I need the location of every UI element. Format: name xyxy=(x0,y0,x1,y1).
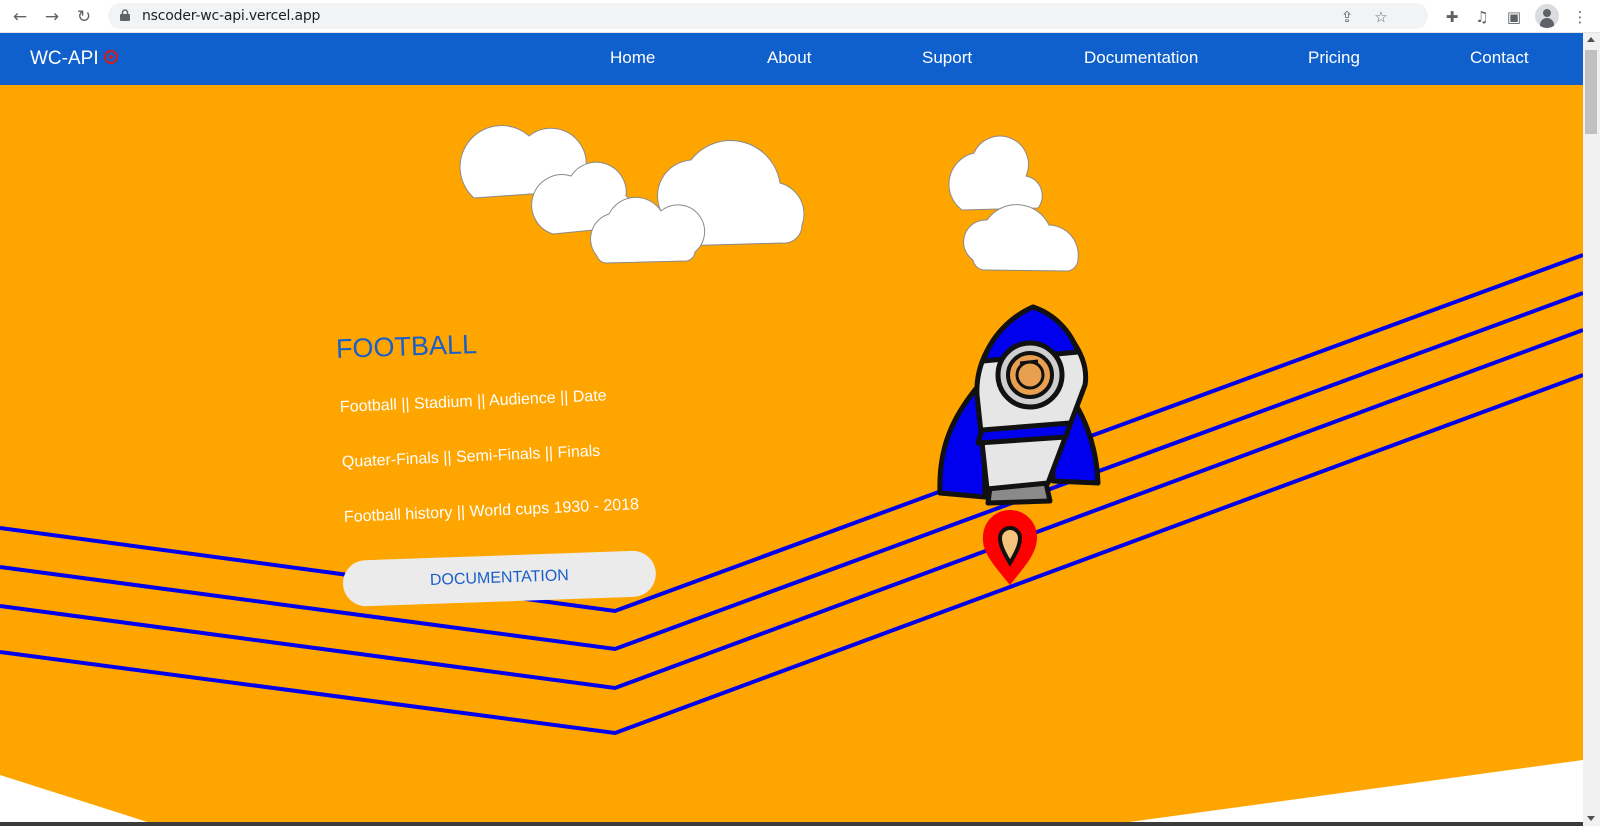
hero-title: FOOTBALL xyxy=(335,329,478,364)
nav-documentation[interactable]: Documentation xyxy=(1084,47,1198,69)
brand-logo[interactable]: WC-API xyxy=(30,47,99,71)
extensions-icon[interactable]: ✚ xyxy=(1440,5,1464,29)
page-viewport: WC-API Home About Suport Documentation P… xyxy=(0,33,1583,826)
hero-section: FOOTBALL Football || Stadium || Audience… xyxy=(0,85,1583,826)
profile-icon[interactable] xyxy=(1535,4,1559,28)
forward-icon[interactable]: → xyxy=(40,5,64,29)
url-text[interactable]: nscoder-wc-api.vercel.app xyxy=(142,3,320,29)
nav-home[interactable]: Home xyxy=(610,47,655,69)
share-icon[interactable]: ⇪ xyxy=(1338,8,1356,26)
scrollbar[interactable] xyxy=(1583,33,1600,826)
nav-pricing[interactable]: Pricing xyxy=(1308,47,1360,69)
site-navbar: WC-API Home About Suport Documentation P… xyxy=(0,33,1583,85)
scroll-down-arrow-icon[interactable] xyxy=(1587,816,1595,821)
side-panel-icon[interactable]: ▣ xyxy=(1502,5,1526,29)
scroll-up-arrow-icon[interactable] xyxy=(1587,37,1595,42)
nav-suport[interactable]: Suport xyxy=(922,47,972,69)
menu-icon[interactable]: ⋮ xyxy=(1568,5,1592,29)
hero-illustration xyxy=(0,85,1583,826)
address-bar[interactable]: nscoder-wc-api.vercel.app ⇪ ☆ xyxy=(108,3,1428,29)
lock-icon xyxy=(120,9,130,21)
star-icon[interactable]: ☆ xyxy=(1372,8,1390,26)
back-icon[interactable]: ← xyxy=(8,5,32,29)
bottom-strip xyxy=(0,822,1583,826)
nav-about[interactable]: About xyxy=(767,47,811,69)
scrollbar-thumb[interactable] xyxy=(1585,50,1597,134)
nav-contact[interactable]: Contact xyxy=(1470,47,1529,69)
target-icon xyxy=(104,50,118,64)
reload-icon[interactable]: ↻ xyxy=(72,5,96,29)
media-icon[interactable]: ♫ xyxy=(1470,5,1494,29)
browser-toolbar: ← → ↻ nscoder-wc-api.vercel.app ⇪ ☆ ✚ ♫ … xyxy=(0,0,1600,33)
